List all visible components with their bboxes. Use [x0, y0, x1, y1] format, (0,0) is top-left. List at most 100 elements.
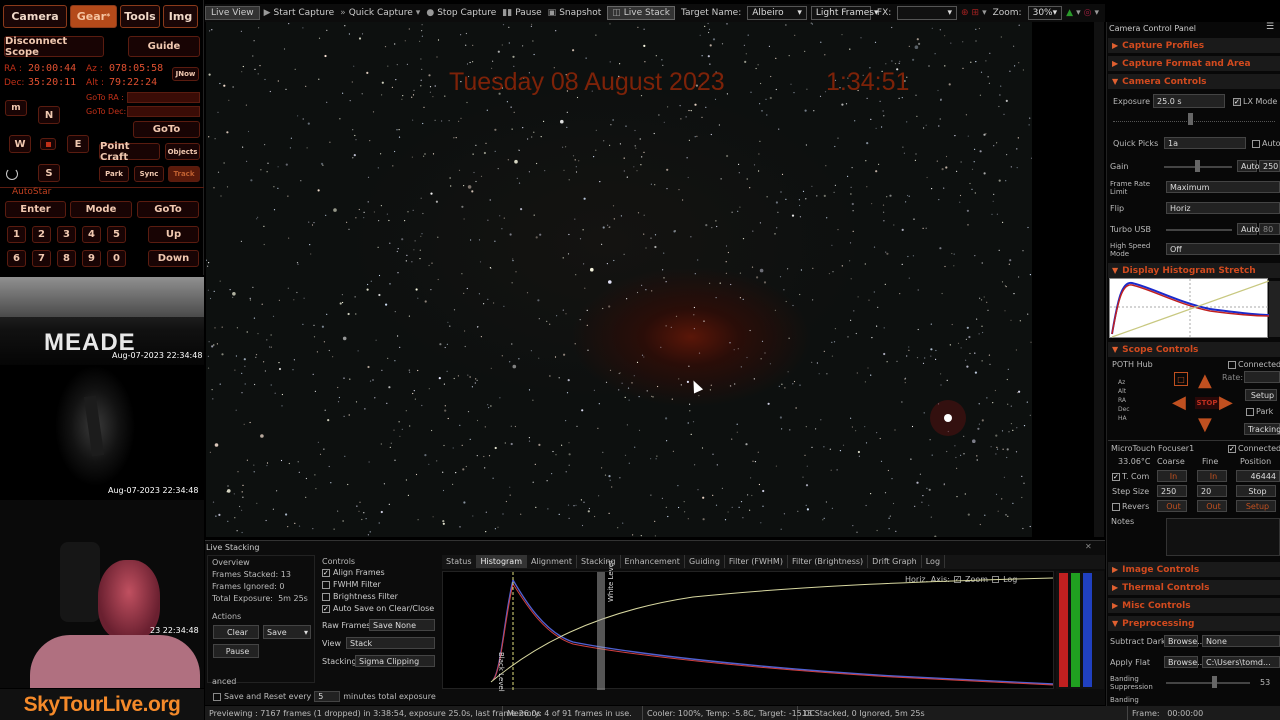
stack-pause-button[interactable]: Pause: [213, 644, 259, 658]
slew-speed-icon[interactable]: □: [1174, 372, 1188, 386]
mode-button[interactable]: Mode: [70, 201, 132, 218]
quick-picks-select[interactable]: 1a: [1164, 137, 1246, 149]
key-8[interactable]: 8: [57, 250, 76, 267]
panel-menu-icon[interactable]: ☰: [1266, 22, 1274, 32]
view-tools[interactable]: ▲ ▾ ◎ ▾: [1066, 8, 1105, 18]
disconnect-scope-button[interactable]: Disconnect Scope: [4, 36, 104, 58]
rate-select[interactable]: [1244, 371, 1280, 383]
high-speed-select[interactable]: Off: [1166, 243, 1280, 255]
notes-textarea[interactable]: [1166, 518, 1280, 556]
section-image-controls[interactable]: ▶ Image Controls: [1108, 562, 1280, 577]
tab-filter-brightness[interactable]: Filter (Brightness): [788, 555, 869, 568]
park-checkbox[interactable]: Park: [1246, 407, 1273, 416]
stop-capture-button[interactable]: ● Stop Capture: [426, 8, 502, 18]
save-reset-input[interactable]: 5: [314, 691, 341, 702]
jnow-button[interactable]: JNow: [172, 67, 199, 81]
stretch-tools[interactable]: [1269, 281, 1280, 337]
fine-out-button[interactable]: Out: [1197, 500, 1227, 512]
view-select[interactable]: Stack: [346, 637, 435, 649]
brightness-filter-checkbox[interactable]: Brightness Filter: [322, 592, 398, 601]
section-camera-controls[interactable]: ▼ Camera Controls: [1108, 74, 1280, 89]
turbo-slider[interactable]: [1166, 229, 1232, 231]
north-button[interactable]: N: [38, 106, 60, 124]
key-7[interactable]: 7: [32, 250, 51, 267]
light-frames-select[interactable]: Light Frames ▾: [810, 6, 879, 20]
goto-button[interactable]: GoTo: [133, 121, 200, 138]
refresh-icon[interactable]: [6, 168, 18, 180]
tab-gear[interactable]: Gear *: [70, 5, 117, 28]
flat-select[interactable]: C:\Users\tomd...: [1202, 656, 1280, 668]
goto-autostar-button[interactable]: GoTo: [137, 201, 199, 218]
tab-guiding[interactable]: Guiding: [685, 555, 725, 568]
key-2[interactable]: 2: [32, 226, 51, 243]
section-thermal-controls[interactable]: ▶ Thermal Controls: [1108, 580, 1280, 595]
track-button[interactable]: Track: [168, 166, 200, 182]
turbo-auto-button[interactable]: Auto: [1237, 223, 1260, 235]
snapshot-button[interactable]: ▣ Snapshot: [548, 8, 608, 18]
key-6[interactable]: 6: [7, 250, 26, 267]
scope-connected-checkbox[interactable]: Connected: [1228, 360, 1280, 369]
banding-slider[interactable]: [1166, 682, 1250, 684]
west-button[interactable]: W: [9, 135, 31, 153]
speed-button[interactable]: m: [5, 100, 27, 116]
tab-filter-fwhm[interactable]: Filter (FWHM): [725, 555, 788, 568]
goto-ra-input[interactable]: [127, 92, 200, 103]
key-1[interactable]: 1: [7, 226, 26, 243]
turbo-input[interactable]: 80: [1259, 223, 1280, 235]
key-4[interactable]: 4: [82, 226, 101, 243]
exposure-slider-thumb[interactable]: [1188, 113, 1193, 125]
section-histogram-stretch[interactable]: ▼ Display Histogram Stretch: [1108, 263, 1280, 278]
flat-browse-button[interactable]: Browse...: [1164, 656, 1205, 668]
section-capture-format[interactable]: ▶ Capture Format and Area: [1108, 56, 1280, 71]
gain-auto-button[interactable]: Auto: [1237, 160, 1260, 172]
focuser-stop-button[interactable]: Stop: [1236, 485, 1276, 497]
arrow-right-icon[interactable]: ▶: [1219, 392, 1233, 413]
tab-tools[interactable]: Tools: [120, 5, 160, 28]
south-button[interactable]: S: [38, 164, 60, 182]
align-frames-checkbox[interactable]: ✓ Align Frames: [322, 568, 385, 577]
tab-histogram[interactable]: Histogram: [476, 555, 527, 568]
tcomp-checkbox[interactable]: ✓ T. Com: [1112, 472, 1149, 481]
section-capture-profiles[interactable]: ▶ Capture Profiles: [1108, 38, 1280, 53]
objects-button[interactable]: Objects: [165, 143, 200, 160]
scope-setup-button[interactable]: Setup: [1245, 389, 1277, 401]
target-name-select[interactable]: Albeiro ▾: [747, 6, 807, 20]
tab-img[interactable]: Img: [163, 5, 198, 28]
step-fine-input[interactable]: 20: [1197, 485, 1227, 497]
reverse-checkbox[interactable]: Revers: [1112, 502, 1149, 511]
park-button[interactable]: Park: [99, 166, 129, 182]
key-3[interactable]: 3: [57, 226, 76, 243]
tab-drift-graph[interactable]: Drift Graph: [868, 555, 922, 568]
clear-button[interactable]: Clear: [213, 625, 259, 639]
live-stack-button[interactable]: ◫ Live Stack: [607, 6, 675, 20]
exposure-input[interactable]: 25.0 s: [1153, 94, 1225, 108]
key-0[interactable]: 0: [107, 250, 126, 267]
tab-enhancement[interactable]: Enhancement: [621, 555, 685, 568]
section-misc-controls[interactable]: ▶ Misc Controls: [1108, 598, 1280, 613]
tab-camera[interactable]: Camera: [3, 5, 67, 28]
point-craft-button[interactable]: Point Craft: [99, 141, 160, 163]
dark-select[interactable]: None: [1202, 635, 1280, 647]
raw-frames-select[interactable]: Save None: [369, 619, 435, 631]
sync-button[interactable]: Sync: [134, 166, 164, 182]
section-preprocessing[interactable]: ▼ Preprocessing: [1108, 616, 1280, 631]
banding-slider-thumb[interactable]: [1212, 676, 1217, 688]
stretch-histogram[interactable]: [1109, 278, 1270, 339]
quick-capture-button[interactable]: » Quick Capture ▾: [340, 8, 426, 18]
fwhm-filter-checkbox[interactable]: FWHM Filter: [322, 580, 381, 589]
coarse-in-button[interactable]: In: [1157, 470, 1187, 482]
goto-dec-input[interactable]: [127, 106, 200, 117]
focuser-setup-button[interactable]: Setup: [1236, 500, 1276, 512]
stacking-select[interactable]: Sigma Clipping: [355, 655, 435, 667]
down-button[interactable]: Down: [148, 250, 199, 267]
flip-select[interactable]: Horiz: [1166, 202, 1280, 214]
save-button[interactable]: Save ▾: [263, 625, 311, 639]
tab-alignment[interactable]: Alignment: [527, 555, 577, 568]
zoom-select[interactable]: 30% ▾: [1027, 6, 1063, 20]
tracking-select[interactable]: Tracking: [1244, 423, 1280, 435]
focuser-connected-checkbox[interactable]: ✓ Connected: [1228, 444, 1280, 453]
gain-input[interactable]: 250: [1259, 160, 1280, 172]
fine-in-button[interactable]: In: [1197, 470, 1227, 482]
exposure-slider[interactable]: [1113, 116, 1275, 122]
live-image[interactable]: Tuesday 08 August 2023 1:34:51: [206, 22, 1032, 537]
